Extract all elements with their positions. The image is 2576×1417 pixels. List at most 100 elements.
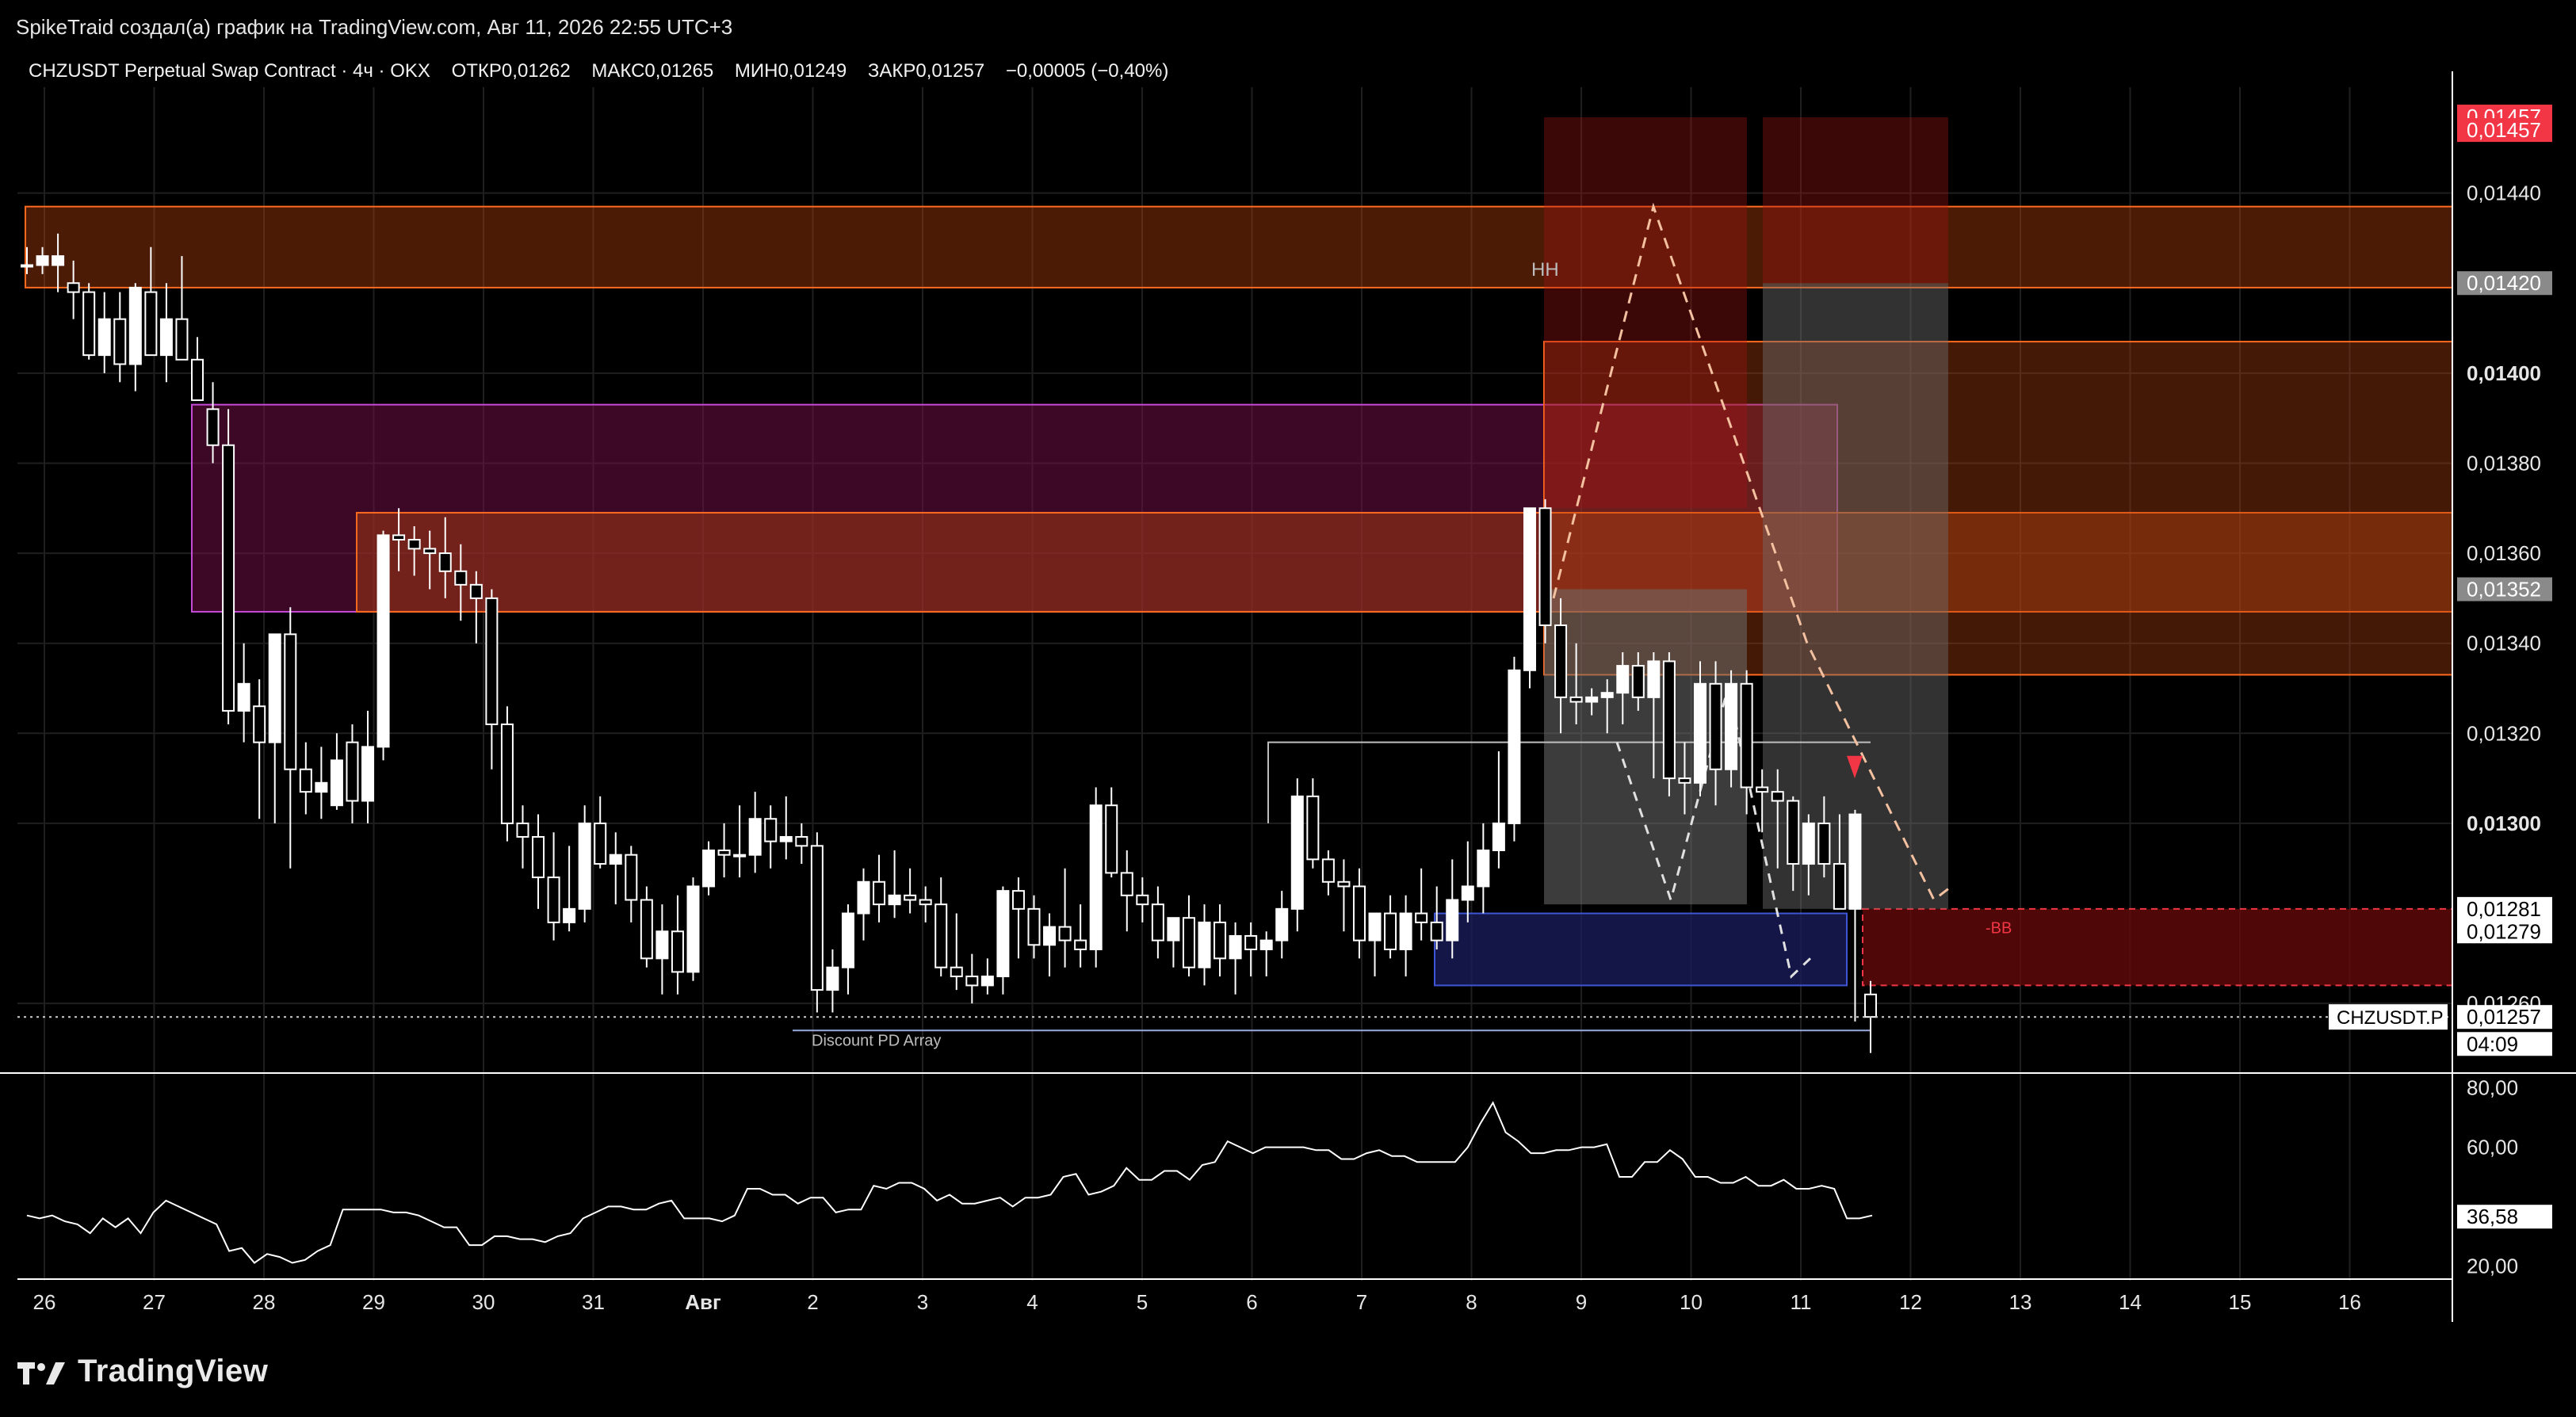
candle-body — [532, 835, 545, 879]
candle-body — [1120, 872, 1133, 896]
time-tick-label: 3 — [917, 1290, 928, 1314]
time-tick-label: 29 — [362, 1290, 385, 1314]
candle-body — [1244, 934, 1258, 950]
candle-body — [1043, 926, 1057, 946]
candle-body — [21, 264, 33, 268]
candle-body — [733, 854, 747, 857]
candle-body — [1011, 890, 1025, 910]
candle-body — [191, 358, 204, 401]
candle-body — [1058, 926, 1072, 941]
candle-body — [159, 318, 173, 357]
oscillator-tick-label: 20,00 — [2467, 1254, 2518, 1278]
candle-body — [640, 899, 653, 960]
zone-supply-top — [25, 205, 2453, 288]
price-tick-label: 0,01360 — [2467, 541, 2541, 565]
candle-body — [1787, 800, 1800, 865]
candle-body — [1631, 665, 1645, 698]
candle-body — [253, 705, 266, 743]
candle-body — [128, 286, 142, 365]
candle-body — [1756, 786, 1769, 793]
candle-body — [299, 768, 312, 793]
oscillator-tick-label: 80,00 — [2467, 1076, 2518, 1100]
time-tick-label: 28 — [253, 1290, 276, 1314]
time-tick-label: 2 — [807, 1290, 818, 1314]
candle-body — [346, 741, 359, 802]
price-tag-text: 0,01281 — [2467, 897, 2541, 921]
candle-body — [1833, 863, 1846, 910]
time-tick-label: 14 — [2119, 1290, 2142, 1314]
candle-body — [980, 976, 994, 987]
price-tag-text: 0,01257 — [2467, 1005, 2541, 1029]
candle-body — [1647, 660, 1661, 698]
candle-body — [1151, 903, 1164, 941]
candle-body — [563, 907, 576, 923]
annotation-label: HH — [1531, 259, 1559, 281]
candle-body — [82, 291, 96, 357]
candle-body — [516, 822, 529, 838]
candle-body — [392, 534, 406, 541]
candle-body — [1477, 850, 1490, 888]
candle-body — [873, 880, 886, 906]
candle-body — [826, 966, 839, 991]
time-tick-label: 10 — [1680, 1290, 1703, 1314]
candle-body — [578, 822, 591, 910]
candle-body — [376, 534, 390, 748]
candle-body — [52, 255, 65, 266]
candle-body — [1662, 660, 1676, 780]
candle-body — [206, 408, 220, 446]
candle-body — [857, 880, 870, 915]
candle-body — [1229, 934, 1242, 960]
candle-body — [1802, 822, 1815, 865]
time-tick-label: 9 — [1576, 1290, 1587, 1314]
candle-body — [330, 759, 343, 807]
candle-body — [888, 894, 901, 906]
candle-body — [671, 930, 684, 973]
candle-body — [810, 845, 824, 991]
candle-body — [1848, 813, 1862, 910]
candle-body — [1198, 921, 1211, 968]
candle-body — [1399, 912, 1412, 950]
candle-body — [500, 723, 514, 824]
time-tick-label: 6 — [1246, 1290, 1257, 1314]
candle-body — [625, 854, 638, 901]
candle-body — [1693, 682, 1707, 784]
candle-body — [1709, 682, 1722, 770]
candle-body — [547, 877, 560, 923]
oscillator-line — [26, 1101, 1873, 1264]
candle-body — [1569, 696, 1583, 703]
candle-body — [1817, 822, 1831, 865]
candle-body — [764, 818, 778, 842]
time-tick-label: 4 — [1026, 1290, 1038, 1314]
price-tag-text: 0,01457 — [2467, 118, 2541, 142]
candle-body — [469, 583, 483, 599]
candle-body — [268, 633, 281, 743]
candle-body — [717, 850, 731, 856]
price-chart[interactable]: HH Discount PD Array -BB 0,01440 0,01400 0,01… — [0, 0, 2576, 1417]
candle-body — [454, 570, 468, 586]
zone-red-target — [1862, 907, 2453, 987]
oscillator-tag: 36,58 — [2467, 1205, 2518, 1228]
time-tick-label: Авг — [685, 1290, 721, 1314]
candle-body — [841, 912, 854, 968]
candle-body — [67, 282, 80, 293]
stop-box-left — [1544, 117, 1747, 509]
price-tick-label: 0,01380 — [2467, 451, 2541, 475]
candle-body — [1352, 885, 1366, 941]
candle-body — [222, 444, 235, 712]
price-tag-text: 0,01420 — [2467, 271, 2541, 295]
candle-body — [1089, 804, 1103, 950]
candle-body — [36, 255, 49, 266]
candle-body — [237, 682, 250, 712]
candle-body — [113, 318, 127, 365]
candle-body — [1430, 921, 1443, 941]
candle-body — [609, 854, 622, 865]
time-tick-label: 8 — [1466, 1290, 1477, 1314]
candle-body — [1321, 858, 1335, 883]
stop-box-right — [1763, 117, 1948, 284]
tradingview-brand: TradingView — [17, 1347, 268, 1395]
time-tick-label: 26 — [33, 1290, 56, 1314]
candle-body — [1074, 939, 1087, 950]
price-tick-label: 0,01320 — [2467, 721, 2541, 745]
candle-body — [1167, 917, 1180, 941]
time-tick-label: 5 — [1137, 1290, 1148, 1314]
